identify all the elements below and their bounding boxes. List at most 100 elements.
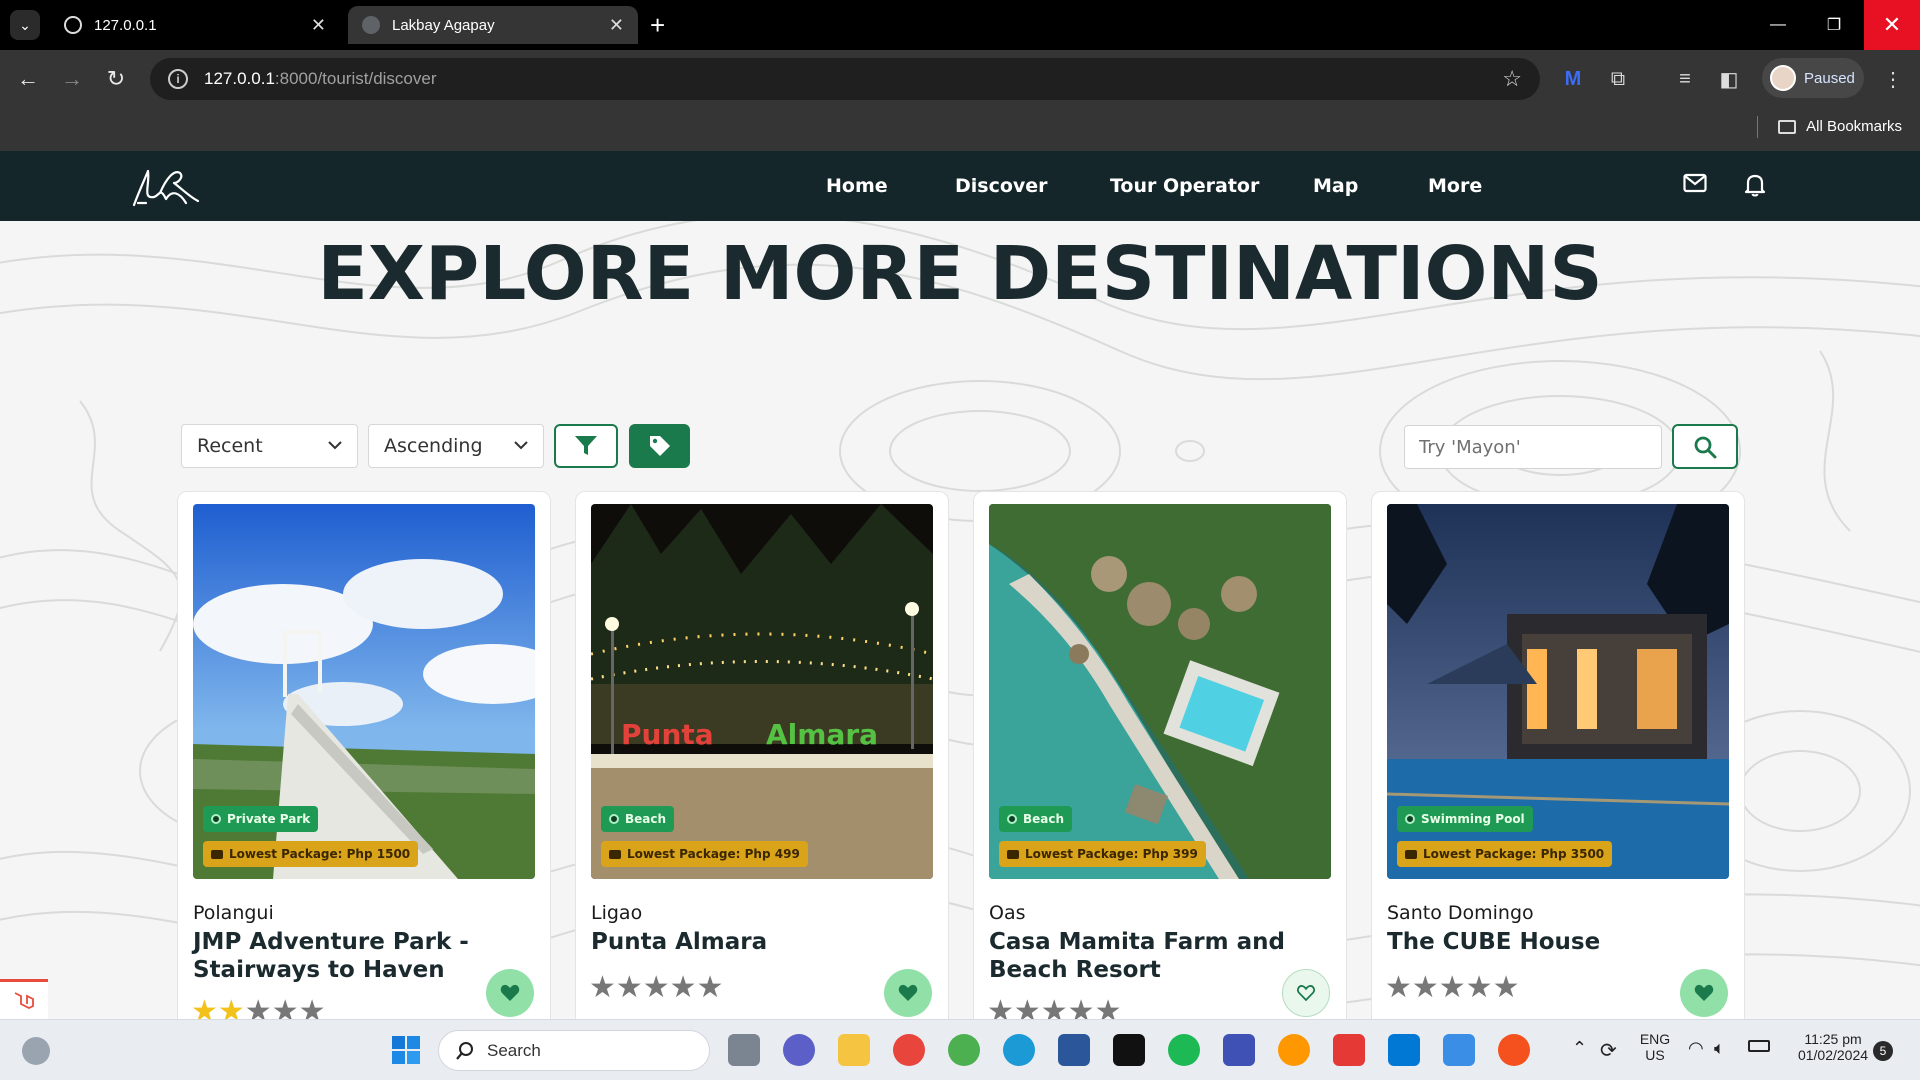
- url-text: 127.0.0.1:8000/tourist/discover: [204, 69, 437, 88]
- vscode-icon[interactable]: [1388, 1034, 1420, 1066]
- taskbar-search[interactable]: Search: [438, 1030, 710, 1071]
- svg-text:Almara: Almara: [766, 718, 878, 751]
- destination-name[interactable]: Casa Mamita Farm and Beach Resort: [989, 928, 1289, 984]
- browser-tab[interactable]: 127.0.0.1 ✕: [50, 6, 340, 44]
- nav-tour-operator[interactable]: Tour Operator: [1110, 175, 1259, 197]
- weather-widget-icon[interactable]: [22, 1037, 50, 1065]
- edge-icon[interactable]: [1003, 1034, 1035, 1066]
- chevron-up-icon[interactable]: ⌃: [1572, 1038, 1587, 1059]
- destination-image[interactable]: Swimming Pool Lowest Package: Php 3500: [1387, 504, 1729, 879]
- destination-name[interactable]: JMP Adventure Park - Stairways to Haven: [193, 928, 493, 984]
- extension-m-icon[interactable]: M: [1558, 64, 1588, 94]
- all-bookmarks-button[interactable]: All Bookmarks: [1778, 118, 1902, 135]
- browser-app-icon[interactable]: [1278, 1034, 1310, 1066]
- search-input[interactable]: [1404, 425, 1662, 469]
- search-button[interactable]: [1672, 424, 1738, 469]
- close-window-button[interactable]: ✕: [1864, 0, 1920, 50]
- new-tab-button[interactable]: +: [650, 10, 665, 40]
- site-info-icon[interactable]: i: [168, 69, 188, 89]
- page-title: EXPLORE MORE DESTINATIONS: [317, 231, 1603, 317]
- close-tab-icon[interactable]: ✕: [609, 15, 624, 36]
- bell-icon[interactable]: [1744, 173, 1766, 203]
- sort-order-value: Ascending: [384, 435, 483, 457]
- destination-card[interactable]: Punta Almara Beach Lowest Package: Php 4…: [575, 491, 949, 1019]
- extensions-puzzle-icon[interactable]: ⧉: [1603, 64, 1633, 94]
- price-badge: Lowest Package: Php 1500: [203, 841, 419, 867]
- wifi-icon[interactable]: ◠: [1688, 1038, 1704, 1059]
- nav-more[interactable]: More: [1428, 175, 1482, 197]
- tag-filter-button[interactable]: [629, 424, 690, 468]
- wps-icon[interactable]: [1333, 1034, 1365, 1066]
- store-icon[interactable]: [1058, 1034, 1090, 1066]
- favorite-button[interactable]: [486, 969, 534, 1017]
- destination-image[interactable]: Private Park Lowest Package: Php 1500: [193, 504, 535, 879]
- destination-image[interactable]: Punta Almara Beach Lowest Package: Php 4…: [591, 504, 933, 879]
- filter-button[interactable]: [554, 424, 618, 468]
- lakbay-logo[interactable]: [130, 159, 202, 213]
- svg-text:Punta: Punta: [621, 718, 714, 751]
- xampp-icon[interactable]: [1498, 1034, 1530, 1066]
- clock[interactable]: 11:25 pm 01/02/2024: [1784, 1031, 1882, 1063]
- heart-icon: [1694, 984, 1714, 1001]
- chat-icon[interactable]: [783, 1034, 815, 1066]
- globe-icon: [64, 16, 82, 34]
- pin-icon: [609, 814, 619, 824]
- heart-outline-icon: [1297, 985, 1315, 1002]
- side-panel-icon[interactable]: ◧: [1714, 64, 1744, 94]
- back-button[interactable]: ←: [13, 64, 43, 94]
- chrome-icon[interactable]: [893, 1034, 925, 1066]
- language-indicator[interactable]: ENG US: [1637, 1031, 1673, 1063]
- chrome-profile-icon[interactable]: [948, 1034, 980, 1066]
- pen-app-icon[interactable]: [1223, 1034, 1255, 1066]
- spotify-icon[interactable]: [1168, 1034, 1200, 1066]
- media-queue-icon[interactable]: ≡: [1670, 64, 1700, 94]
- browser-toolbar: ← → ↻ i 127.0.0.1:8000/tourist/discover …: [0, 50, 1920, 108]
- rating-stars: ★★★★★: [1385, 971, 1520, 1004]
- heart-icon: [898, 984, 918, 1001]
- netflix-icon[interactable]: [1113, 1034, 1145, 1066]
- chevron-down-icon: [328, 438, 342, 454]
- category-badge: Beach: [601, 806, 675, 832]
- minimize-button[interactable]: —: [1750, 0, 1806, 50]
- battery-icon[interactable]: [1748, 1040, 1770, 1052]
- close-tab-icon[interactable]: ✕: [311, 15, 326, 36]
- debugbar-toggle[interactable]: [0, 979, 48, 1019]
- favorite-button[interactable]: [1680, 969, 1728, 1017]
- profile-button[interactable]: Paused: [1762, 58, 1864, 98]
- briefcase-icon: [1405, 849, 1417, 859]
- bookmark-star-icon[interactable]: ☆: [1502, 66, 1522, 92]
- address-bar[interactable]: i 127.0.0.1:8000/tourist/discover ☆: [150, 58, 1540, 100]
- browser-tab-active[interactable]: Lakbay Agapay ✕: [348, 6, 638, 44]
- reload-button[interactable]: ↻: [101, 64, 131, 94]
- destination-name[interactable]: Punta Almara: [591, 928, 891, 956]
- destination-card[interactable]: Private Park Lowest Package: Php 1500 Po…: [177, 491, 551, 1019]
- windows-start-icon[interactable]: [392, 1036, 420, 1064]
- volume-icon[interactable]: 🔈︎: [1714, 1038, 1725, 1059]
- paint-icon[interactable]: [1443, 1034, 1475, 1066]
- destination-town: Santo Domingo: [1387, 902, 1534, 924]
- folder-icon: [1778, 119, 1797, 134]
- favorite-button[interactable]: [1282, 969, 1330, 1017]
- favorite-button[interactable]: [884, 969, 932, 1017]
- destination-card[interactable]: Beach Lowest Package: Php 399 Oas Casa M…: [973, 491, 1347, 1019]
- nav-home[interactable]: Home: [826, 175, 888, 197]
- sync-icon[interactable]: ⟳: [1600, 1038, 1617, 1063]
- task-view-icon[interactable]: [728, 1034, 760, 1066]
- restore-button[interactable]: ❐: [1806, 0, 1862, 50]
- chevron-down-icon: [514, 438, 528, 454]
- nav-discover[interactable]: Discover: [955, 175, 1048, 197]
- sort-order-select[interactable]: Ascending: [368, 424, 544, 468]
- tab-search-button[interactable]: ⌄: [10, 10, 40, 40]
- mail-icon[interactable]: [1683, 173, 1707, 199]
- menu-kebab-icon[interactable]: ⋮: [1878, 64, 1908, 94]
- briefcase-icon: [1007, 849, 1019, 859]
- file-explorer-icon[interactable]: [838, 1034, 870, 1066]
- destination-town: Polangui: [193, 902, 274, 924]
- destination-image[interactable]: Beach Lowest Package: Php 399: [989, 504, 1331, 879]
- nav-map[interactable]: Map: [1313, 175, 1358, 197]
- forward-button[interactable]: →: [57, 64, 87, 94]
- sort-field-select[interactable]: Recent: [181, 424, 358, 468]
- destination-name[interactable]: The CUBE House: [1387, 928, 1687, 956]
- notification-count-badge[interactable]: 5: [1873, 1041, 1893, 1061]
- destination-card[interactable]: Swimming Pool Lowest Package: Php 3500 S…: [1371, 491, 1745, 1019]
